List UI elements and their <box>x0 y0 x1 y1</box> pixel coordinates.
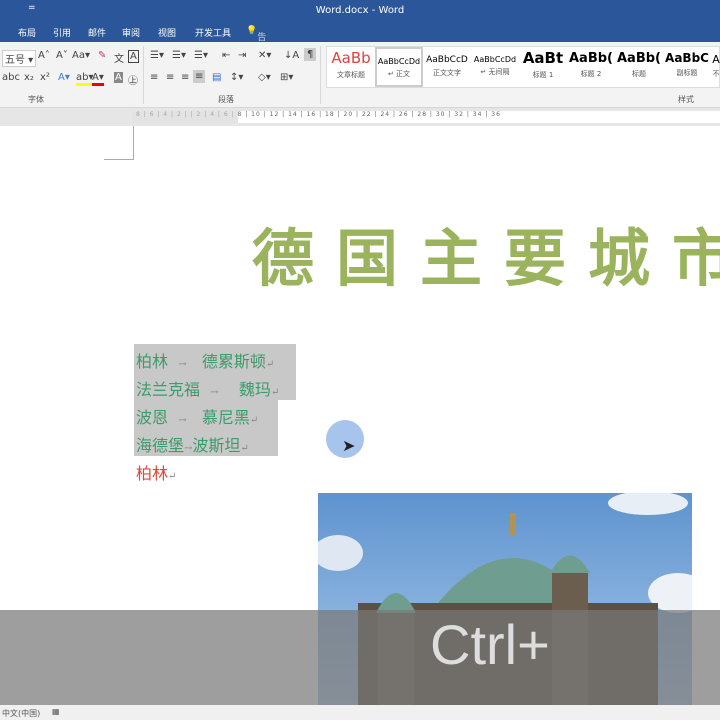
city-line-last[interactable]: 柏林↵ <box>136 460 176 484</box>
style-name: 不 <box>712 70 720 78</box>
style-name: 正文文字 <box>433 69 461 77</box>
style-more[interactable]: A不 <box>711 47 720 87</box>
tell-me-search[interactable]: 💡 告诉我您想要做什么... <box>246 26 275 147</box>
styles-group-label: 样式 <box>678 95 694 104</box>
style-name: 副标题 <box>676 69 698 77</box>
highlight-icon[interactable]: ab▾ <box>76 72 94 86</box>
sort-icon[interactable]: ↓A <box>284 50 299 61</box>
ribbon: 五号 ▾ A˄ A˅ Aa▾ ✎ 文 A abc x₂ x² A▾ ab▾ A▾… <box>0 42 720 108</box>
style-name: ↵ 无间隔 <box>480 68 510 76</box>
city-line[interactable]: 法兰克福 → 魏玛↵ <box>136 376 279 400</box>
style-name: 标题 <box>632 70 646 78</box>
city-line[interactable]: 海德堡→波斯坦↵ <box>136 432 249 456</box>
phonetic-guide-icon[interactable]: 文 <box>114 50 124 65</box>
tab-view[interactable]: 视图 <box>158 26 176 39</box>
style-no-spacing[interactable]: AaBbCcDd ↵ 无间隔 <box>471 47 519 87</box>
ribbon-tabs: 布局 引用 邮件 审阅 视图 开发工具 💡 告诉我您想要做什么... <box>0 22 720 147</box>
style-preview: AaBbCcD <box>426 55 468 65</box>
tab-layout[interactable]: 布局 <box>18 26 36 39</box>
align-right-icon[interactable]: ≡ <box>181 72 189 83</box>
superscript-icon[interactable]: x² <box>40 72 50 83</box>
distribute-icon[interactable]: ▤ <box>212 72 221 83</box>
document-title: 德国主要城市 <box>252 222 720 295</box>
style-preview: AaBt <box>522 49 564 67</box>
numbering-icon[interactable]: ☰▾ <box>172 50 186 61</box>
increase-indent-icon[interactable]: ⇥ <box>238 50 246 61</box>
divider <box>320 46 321 104</box>
char-border-icon[interactable]: A <box>128 50 139 63</box>
font-size-value: 五号 <box>5 55 25 66</box>
style-preview: AaBbCcDd <box>377 57 421 66</box>
paragraph-group-label: 段落 <box>218 95 234 104</box>
style-name: 文章标题 <box>337 71 365 79</box>
divider <box>143 46 144 104</box>
style-heading-1[interactable]: AaBt 标题 1 <box>519 47 567 87</box>
style-article-title[interactable]: AaBb 文章标题 <box>327 47 375 87</box>
grow-font-icon[interactable]: A˄ <box>38 50 50 61</box>
borders-icon[interactable]: ⊞▾ <box>280 72 293 83</box>
style-name: 标题 2 <box>580 70 602 78</box>
window-title: Word.docx - Word <box>315 5 405 16</box>
tab-developer[interactable]: 开发工具 <box>195 26 231 39</box>
keystroke-overlay <box>0 610 720 705</box>
clear-format-icon[interactable]: ✎ <box>98 50 106 61</box>
mouse-cursor-icon: ➤ <box>342 436 356 455</box>
style-preview: A <box>712 53 720 66</box>
justify-icon[interactable]: ≡ <box>193 70 206 83</box>
style-preview: AaBb( <box>617 51 661 66</box>
ruler-margin <box>132 111 238 123</box>
enclose-char-icon[interactable]: ㊤ <box>128 72 138 87</box>
keystroke-text: Ctrl+ <box>430 613 550 676</box>
style-name: ↵ 正文 <box>387 70 411 78</box>
style-preview: AaBbCcDd <box>473 55 517 64</box>
shading-icon[interactable]: ◇▾ <box>258 72 271 83</box>
title-bar: = Word.docx - Word <box>0 0 720 22</box>
city-line[interactable]: 波恩 → 慕尼黑↵ <box>136 404 258 428</box>
multilevel-list-icon[interactable]: ☰▾ <box>194 50 208 61</box>
horizontal-ruler[interactable]: 8 | 6 | 4 | 2 | | 2 | 4 | 6 | 8 | 10 | 1… <box>0 108 720 126</box>
macro-record-icon[interactable]: ▦ <box>52 707 60 716</box>
shrink-font-icon[interactable]: A˅ <box>56 50 68 61</box>
style-preview: AaBbC <box>665 51 709 65</box>
margin-corner-mark <box>104 126 134 160</box>
style-preview: AaBb <box>331 49 371 67</box>
style-preview: AaBb( <box>569 51 613 66</box>
decrease-indent-icon[interactable]: ⇤ <box>222 50 230 61</box>
subscript-icon[interactable]: x₂ <box>24 72 34 83</box>
language-indicator[interactable]: 中文(中国) <box>2 708 40 719</box>
style-subtitle[interactable]: AaBbC 副标题 <box>663 47 711 87</box>
font-group-label: 字体 <box>28 95 44 104</box>
tab-references[interactable]: 引用 <box>53 26 71 39</box>
chinese-layout-icon[interactable]: ✕▾ <box>258 50 271 61</box>
show-marks-icon[interactable]: ¶ <box>304 48 317 61</box>
strikethrough-icon[interactable]: abc <box>2 72 20 83</box>
status-bar: 中文(中国) ▦ <box>0 705 720 720</box>
align-left-icon[interactable]: ≡ <box>150 72 158 83</box>
tab-review[interactable]: 审阅 <box>122 26 140 39</box>
char-shading-icon[interactable]: A <box>114 72 123 83</box>
text-effects-icon[interactable]: A▾ <box>58 72 70 83</box>
font-size-select[interactable]: 五号 ▾ <box>2 50 37 67</box>
style-heading-2[interactable]: AaBb( 标题 2 <box>567 47 615 87</box>
style-name: 标题 1 <box>532 71 554 79</box>
align-center-icon[interactable]: ≡ <box>166 72 174 83</box>
style-body-text[interactable]: AaBbCcD 正文文字 <box>423 47 471 87</box>
font-color-icon[interactable]: A▾ <box>92 72 104 86</box>
tab-mailings[interactable]: 邮件 <box>88 26 106 39</box>
line-spacing-icon[interactable]: ↕▾ <box>230 72 243 83</box>
city-line[interactable]: 柏林 → 德累斯顿↵ <box>136 348 274 372</box>
style-title[interactable]: AaBb( 标题 <box>615 47 663 87</box>
style-normal[interactable]: AaBbCcDd ↵ 正文 <box>375 47 423 87</box>
change-case-icon[interactable]: Aa▾ <box>72 50 90 61</box>
lantern <box>510 513 516 535</box>
styles-gallery: AaBb 文章标题 AaBbCcDd ↵ 正文 AaBbCcD 正文文字 AaBbCc… <box>326 46 720 88</box>
bullets-icon[interactable]: ☰▾ <box>150 50 164 61</box>
